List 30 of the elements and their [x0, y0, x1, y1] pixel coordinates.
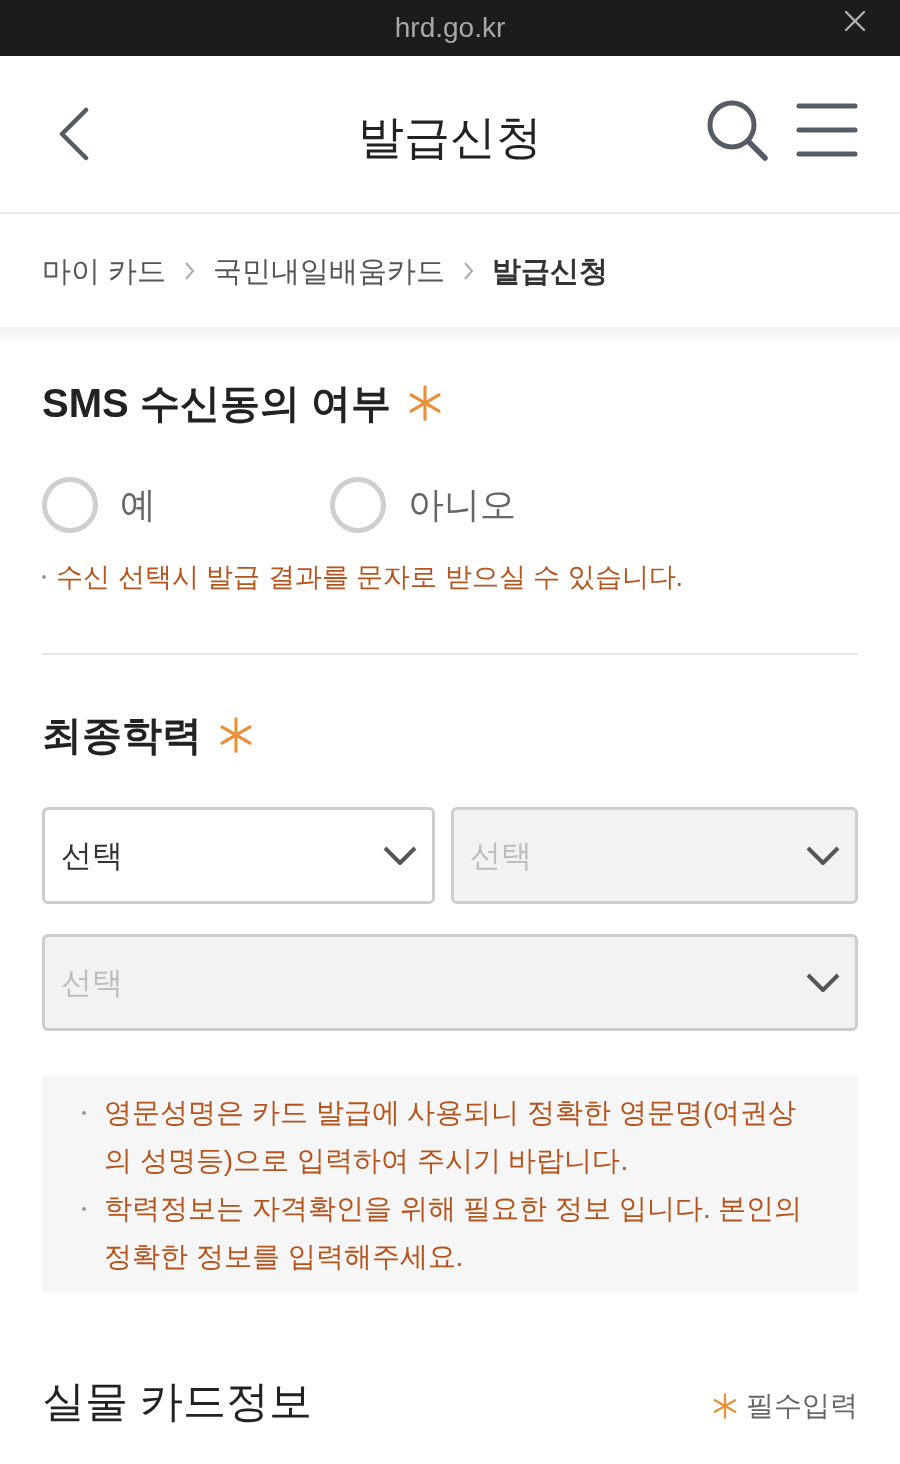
bullet-icon	[42, 575, 46, 579]
page-title: 발급신청	[358, 110, 542, 165]
chevron-down-icon	[806, 845, 840, 866]
breadcrumb-link[interactable]: 발급신청	[492, 251, 609, 290]
url-text: hrd.go.kr	[394, 11, 506, 45]
close-button[interactable]	[844, 10, 866, 32]
chevron-down-icon	[806, 972, 840, 993]
back-button[interactable]	[58, 107, 90, 161]
note-text: 수신 선택시 발급 결과를 문자로 받으실 수 있습니다.	[56, 561, 683, 594]
bullet-icon	[82, 1207, 86, 1211]
bullet-icon	[82, 1111, 86, 1115]
search-button[interactable]	[706, 99, 768, 161]
chevron-right-icon	[184, 260, 196, 281]
chevron-right-icon	[463, 260, 475, 281]
radio-button[interactable]	[42, 477, 98, 533]
section-title: SMS 수신동의 여부	[42, 380, 391, 427]
radio-button[interactable]	[330, 477, 386, 533]
radio-label: 예	[120, 483, 156, 527]
required-legend: 필수입력	[746, 1387, 858, 1425]
section-title: 최종학력	[42, 712, 202, 759]
breadcrumb-link[interactable]: 국민내일배움카드	[213, 251, 446, 290]
section-title: 실물 카드정보	[42, 1376, 312, 1427]
chevron-down-icon	[383, 845, 417, 866]
notice-text: 학력정보는 자격확인을 위해 필요한 정보 입니다. 본인의 정확한 정보를 입력해주세요.	[104, 1192, 804, 1274]
select-dropdown[interactable]: 선택	[42, 807, 435, 904]
menu-button[interactable]	[796, 103, 858, 157]
required-asterisk-icon	[712, 1393, 738, 1419]
radio-label: 아니오	[408, 483, 516, 527]
breadcrumb-link[interactable]: 마이 카드	[42, 251, 167, 290]
notice-text: 영문성명은 카드 발급에 사용되니 정확한 영문명(여권상의 성명등)으로 입력하여 주시기 바랍니다.	[104, 1096, 798, 1178]
